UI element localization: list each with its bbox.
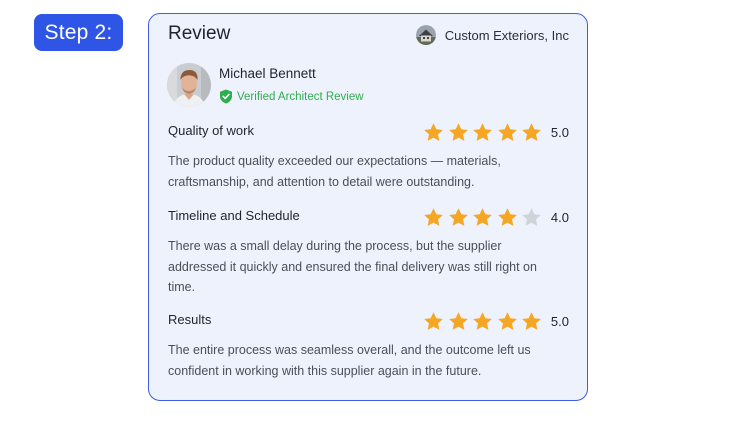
star-filled-icon bbox=[473, 208, 493, 226]
section-title: Quality of work bbox=[168, 123, 254, 138]
section-title: Timeline and Schedule bbox=[168, 208, 300, 223]
rating-score: 4.0 bbox=[550, 209, 569, 225]
verified-badge: Verified Architect Review bbox=[219, 89, 364, 104]
step-badge: Step 2: bbox=[34, 14, 123, 51]
review-title: Review bbox=[168, 23, 231, 44]
star-filled-icon bbox=[448, 208, 468, 226]
rating-score: 5.0 bbox=[550, 124, 569, 140]
star-rating: 4.0 bbox=[423, 206, 569, 228]
rating-score: 5.0 bbox=[550, 313, 569, 329]
rating-section-quality: Quality of work 5.0 The product quality … bbox=[168, 121, 569, 192]
stars bbox=[423, 122, 542, 142]
company-name: Custom Exteriors, Inc bbox=[444, 27, 569, 43]
review-card: Review Custom Exteriors, Inc Michael Ben… bbox=[148, 13, 588, 401]
star-filled-icon bbox=[473, 312, 493, 330]
star-filled-icon bbox=[424, 123, 444, 141]
star-filled-icon bbox=[424, 208, 444, 226]
verified-label: Verified Architect Review bbox=[237, 90, 364, 103]
reviewer-name: Michael Bennett bbox=[219, 66, 316, 81]
star-filled-icon bbox=[497, 123, 517, 141]
star-filled-icon bbox=[448, 312, 468, 330]
stars bbox=[423, 207, 542, 227]
star-filled-icon bbox=[497, 208, 517, 226]
star-filled-icon bbox=[497, 312, 517, 330]
star-filled-icon bbox=[424, 312, 444, 330]
rating-section-results: Results 5.0 The entire process was seaml… bbox=[168, 310, 569, 381]
section-title: Results bbox=[168, 312, 212, 327]
section-text: There was a small delay during the proce… bbox=[168, 239, 537, 294]
section-text: The product quality exceeded our expecta… bbox=[168, 154, 501, 189]
section-text: The entire process was seamless overall,… bbox=[168, 343, 531, 378]
shield-check-icon bbox=[220, 89, 232, 104]
rating-section-timeline: Timeline and Schedule 4.0 There was a sm… bbox=[168, 206, 569, 298]
star-rating: 5.0 bbox=[423, 310, 569, 332]
star-rating: 5.0 bbox=[423, 121, 569, 143]
house-photo-icon bbox=[415, 25, 436, 45]
star-filled-icon bbox=[473, 123, 493, 141]
star-empty-icon bbox=[522, 208, 541, 226]
star-filled-icon bbox=[522, 312, 541, 330]
star-filled-icon bbox=[522, 123, 541, 141]
reviewer-avatar bbox=[167, 63, 211, 107]
company-info[interactable]: Custom Exteriors, Inc bbox=[415, 24, 569, 46]
stars bbox=[423, 311, 542, 331]
star-filled-icon bbox=[448, 123, 468, 141]
